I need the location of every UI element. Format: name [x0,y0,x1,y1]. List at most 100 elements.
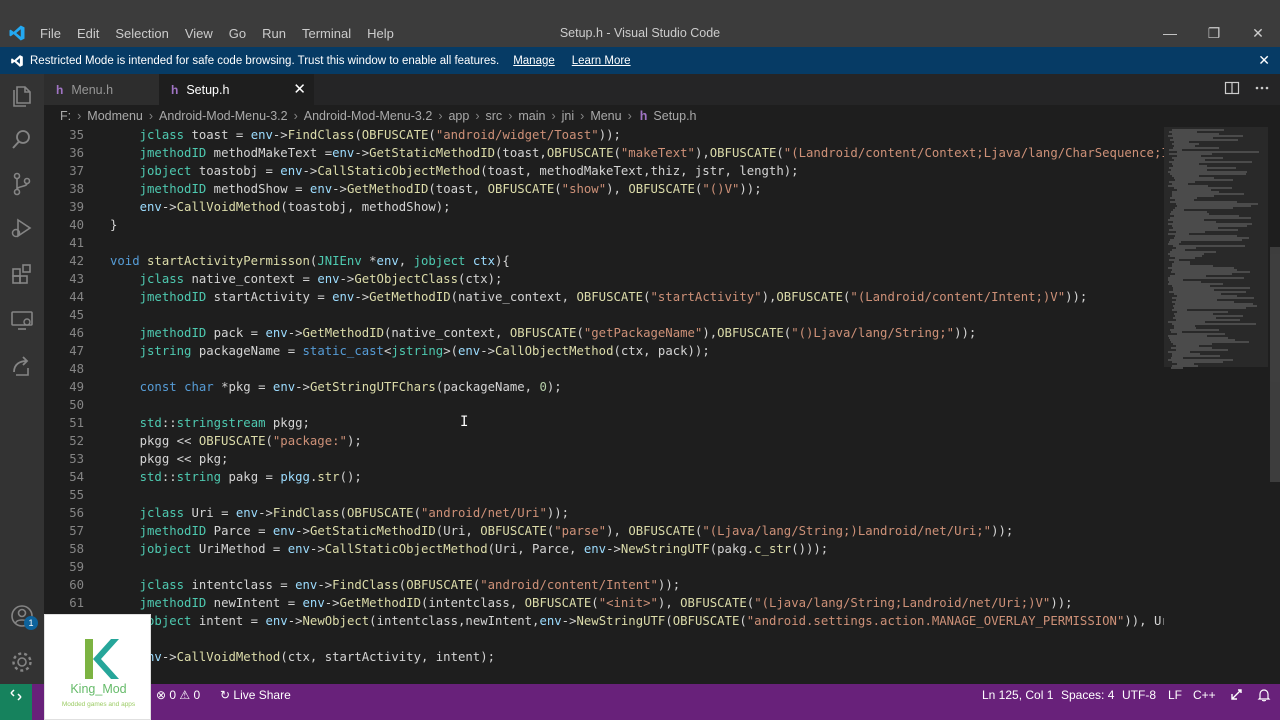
search-icon[interactable] [8,126,36,154]
code-line[interactable]: 35 jclass toast = env->FindClass(OBFUSCA… [44,127,1164,144]
code-line[interactable]: 54 std::string pakg = pkgg.str(); [44,468,1164,486]
code-line[interactable]: 47 jstring packageName = static_cast<jst… [44,342,1164,360]
breadcrumb-item[interactable]: Menu [590,109,621,123]
code-line[interactable]: 64 env->CallVoidMethod(ctx, startActivit… [44,648,1164,666]
king-mod-logo-icon [85,639,119,679]
code-line[interactable]: 40} [44,216,1164,234]
code-line[interactable]: 46 jmethodID pack = env->GetMethodID(nat… [44,324,1164,342]
chevron-right-icon: › [551,109,556,123]
code-line[interactable]: 58 jobject UriMethod = env->CallStaticOb… [44,540,1164,558]
extensions-icon[interactable] [8,260,36,288]
line-code: jmethodID methodMakeText =env->GetStatic… [139,146,1164,160]
c-header-file-icon: h [639,109,648,123]
code-line[interactable]: 38 jmethodID methodShow = env->GetMethod… [44,180,1164,198]
line-code: } [110,218,118,232]
chevron-right-icon: › [508,109,513,123]
encoding[interactable]: UTF-8 [1122,687,1156,703]
code-line[interactable]: 55 [44,486,1164,504]
live-share-icon[interactable] [8,352,36,380]
code-line[interactable]: 48 [44,360,1164,378]
code-line[interactable]: 60 jclass intentclass = env->FindClass(O… [44,576,1164,594]
feedback-icon[interactable] [1230,688,1244,702]
explorer-icon[interactable] [8,82,36,110]
code-line[interactable]: 62 jobject intent = env->NewObject(inten… [44,612,1164,630]
problems-indicator[interactable]: ⊗ 0 ⚠ 0 [156,687,200,703]
code-line[interactable]: 61 jmethodID newIntent = env->GetMethodI… [44,594,1164,612]
code-line[interactable]: 44 jmethodID startActivity = env->GetMet… [44,288,1164,306]
chevron-right-icon: › [148,109,154,123]
banner-text: Restricted Mode is intended for safe cod… [30,54,500,67]
banner-close-icon[interactable]: ✕ [1258,52,1270,69]
learn-more-link[interactable]: Learn More [572,55,631,67]
language-mode[interactable]: C++ [1193,687,1216,703]
code-line[interactable]: 63 [44,630,1164,648]
run-debug-icon[interactable] [8,214,36,242]
manage-gear-icon[interactable] [8,648,36,676]
close-window-button[interactable]: ✕ [1236,22,1280,44]
breadcrumb-item[interactable]: Modmenu [87,109,143,123]
code-line[interactable]: 41 [44,234,1164,252]
scrollbar-thumb[interactable] [1270,247,1280,482]
line-number: 49 [69,380,84,394]
breadcrumb-item[interactable]: Android-Mod-Menu-3.2 [159,109,288,123]
activity-bar: 1 [0,74,44,684]
breadcrumb-item[interactable]: main [518,109,545,123]
code-line[interactable]: 50 [44,396,1164,414]
indentation[interactable]: Spaces: 4 [1061,687,1114,703]
tab-menu-h[interactable]: h Menu.h [44,74,159,105]
vertical-scrollbar[interactable] [1268,127,1280,684]
more-actions-icon[interactable] [1254,80,1270,96]
account-badge: 1 [24,616,38,630]
code-line[interactable]: 37 jobject toastobj = env->CallStaticObj… [44,162,1164,180]
breadcrumb-item[interactable]: app [448,109,469,123]
source-control-icon[interactable] [8,170,36,198]
breadcrumb-item[interactable]: F: [60,109,71,123]
live-share-button[interactable]: ↻ Live Share [220,687,291,703]
minimap[interactable] [1164,127,1268,684]
code-line[interactable]: 59 [44,558,1164,576]
manage-link[interactable]: Manage [513,55,555,67]
tab-setup-h[interactable]: h Setup.h ✕ [159,74,314,105]
notifications-bell-icon[interactable] [1257,688,1271,702]
line-code: pkgg << pkg; [110,452,229,466]
code-line[interactable]: 39 env->CallVoidMethod(toastobj, methodS… [44,198,1164,216]
tab-close-icon[interactable]: ✕ [293,80,306,98]
line-number: 35 [69,128,84,142]
code-line[interactable]: 43 jclass native_context = env->GetObjec… [44,270,1164,288]
breadcrumb-item[interactable]: jni [562,109,575,123]
line-code: const char *pkg = env->GetStringUTFChars… [139,380,562,394]
line-code: jmethodID pack = env->GetMethodID(native… [139,326,977,340]
line-number: 36 [69,146,84,160]
code-line[interactable]: 53 pkgg << pkg; [44,450,1164,468]
minimize-button[interactable]: — [1148,22,1192,44]
code-line[interactable]: 45 [44,306,1164,324]
split-editor-icon[interactable] [1224,80,1240,96]
tab-label: Setup.h [186,82,230,97]
code-line[interactable]: 36 jmethodID methodMakeText =env->GetSta… [44,144,1164,162]
window-title: Setup.h - Visual Studio Code [559,26,721,40]
code-line[interactable]: 42 void startActivityPermisson(JNIEnv *en… [44,252,1164,270]
end-of-line[interactable]: LF [1168,687,1182,703]
cursor-position[interactable]: Ln 125, Col 1 [982,687,1053,703]
breadcrumb-item[interactable]: Android-Mod-Menu-3.2 [304,109,433,123]
line-code: jmethodID startActivity = env->GetMethod… [139,290,1088,304]
code-editor[interactable]: I 35 jclass toast = env->FindClass(OBFUS… [44,127,1164,684]
breadcrumb-item[interactable]: Setup.h [653,109,696,123]
code-line[interactable]: 51 std::stringstream pkgg; [44,414,1164,432]
code-line[interactable]: 57 jmethodID Parce = env->GetStaticMetho… [44,522,1164,540]
line-number: 48 [69,362,84,376]
line-number: 56 [69,506,84,520]
code-line[interactable]: 52 pkgg << OBFUSCATE("package:"); [44,432,1164,450]
breadcrumb-item[interactable]: src [486,109,503,123]
code-line[interactable]: 56 jclass Uri = env->FindClass(OBFUSCATE… [44,504,1164,522]
line-code: jmethodID methodShow = env->GetMethodID(… [139,182,762,196]
c-header-file-icon: h [171,82,179,97]
remote-indicator[interactable] [0,684,32,720]
line-number: 53 [69,452,84,466]
remote-explorer-icon[interactable] [8,306,36,334]
line-number: 50 [69,398,84,412]
line-code: jobject intent = env->NewObject(intentcl… [139,614,1164,628]
code-line[interactable]: 49 const char *pkg = env->GetStringUTFCh… [44,378,1164,396]
line-number: 38 [69,182,84,196]
restore-button[interactable]: ❐ [1192,22,1236,44]
